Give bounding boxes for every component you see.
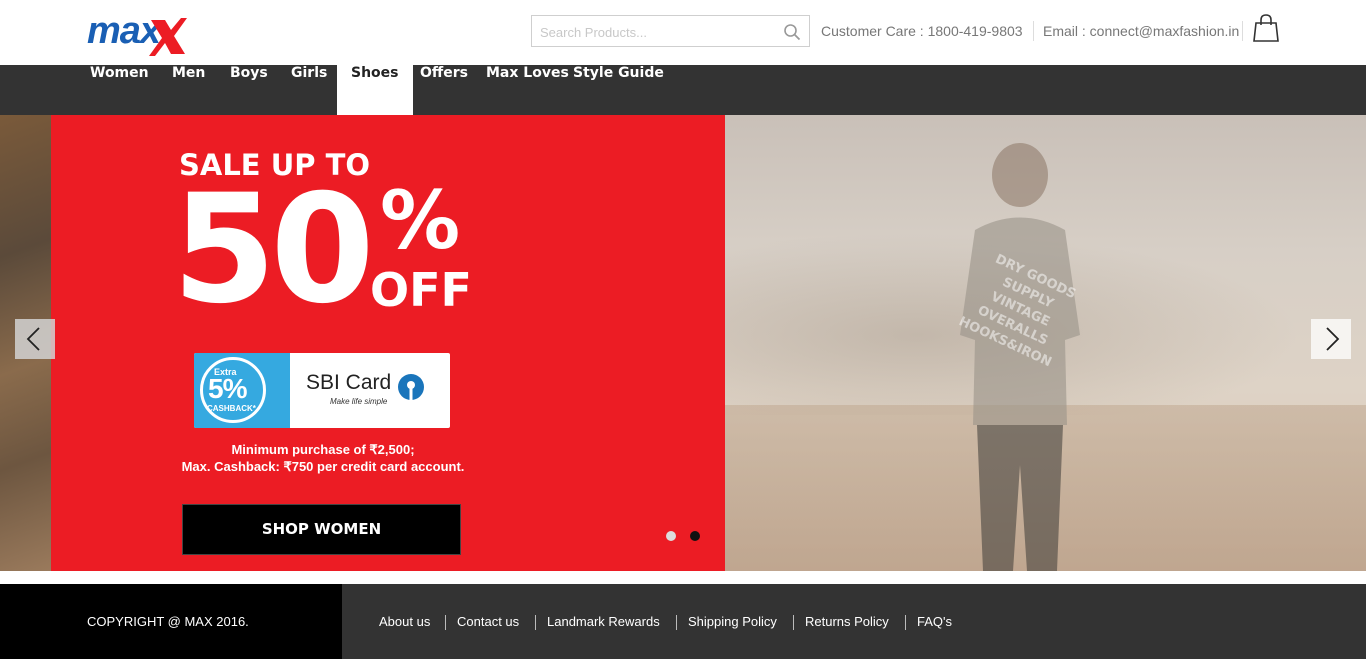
footer-link-shipping-policy[interactable]: Shipping Policy [688,614,777,629]
nav-item-boys[interactable]: Boys [230,65,268,115]
site-header: max Customer Care : 1800-419-9803 Email … [0,0,1366,65]
carousel-next-button[interactable] [1311,319,1351,359]
main-nav: Women Men Boys Girls Shoes Offers Max Lo… [0,65,1366,115]
sbi-card-brand: SBI Card [306,371,392,394]
hero-carousel: DRY GOODS SUPPLY VINTAGE OVERALLS HOOKS&… [0,115,1366,571]
nav-item-max-loves[interactable]: Max Loves [486,65,569,115]
sbi-card-offer: Extra 5% CASHBACK* SBI Card Make life si… [194,353,450,428]
logo-x-mark-icon [149,18,187,56]
footer-divider [905,615,906,630]
chevron-left-icon [26,327,40,351]
shop-women-button[interactable]: SHOP WOMEN [182,504,461,555]
nav-item-girls[interactable]: Girls [291,65,327,115]
search-input[interactable] [540,22,776,42]
email-text[interactable]: Email : connect@maxfashion.in [1043,23,1239,39]
search-box [531,15,810,47]
footer-link-returns-policy[interactable]: Returns Policy [805,614,889,629]
footer-divider [676,615,677,630]
sbi-logo-icon [398,374,424,400]
chevron-right-icon [1326,327,1340,351]
footer-link-landmark-rewards[interactable]: Landmark Rewards [547,614,660,629]
footer-divider [445,615,446,630]
max-logo[interactable]: max [87,10,191,56]
nav-item-shoes[interactable]: Shoes [337,65,413,115]
copyright-text: COPYRIGHT @ MAX 2016. [87,614,249,629]
cashback-percent: 5% [208,373,247,404]
nav-item-men[interactable]: Men [172,65,205,115]
sale-percent-sign: % [380,174,461,267]
offer-terms: Minimum purchase of ₹2,500; Max. Cashbac… [178,441,468,475]
header-divider [1033,21,1034,41]
carousel-dot-2-active[interactable] [690,531,700,541]
footer-divider [793,615,794,630]
sale-off-label: OFF [370,263,472,317]
sale-percentage-number: 50 [172,163,375,337]
nav-item-style-guide[interactable]: Style Guide [573,65,664,115]
shopping-bag-icon[interactable] [1253,14,1279,42]
cashback-label: CASHBACK* [207,404,256,413]
footer-link-about-us[interactable]: About us [379,614,430,629]
nav-item-offers[interactable]: Offers [420,65,468,115]
footer-spacer [0,571,1366,584]
carousel-dot-1[interactable] [666,531,676,541]
offer-terms-line2: Max. Cashback: ₹750 per credit card acco… [181,459,465,474]
offer-terms-line1: Minimum purchase of ₹2,500; [231,442,415,457]
sbi-card-tagline: Make life simple [330,397,388,406]
search-icon[interactable] [783,23,801,41]
footer-divider [535,615,536,630]
footer-link-faqs[interactable]: FAQ's [917,614,952,629]
nav-item-women[interactable]: Women [90,65,149,115]
footer-copyright-panel: COPYRIGHT @ MAX 2016. [0,584,342,659]
site-footer: COPYRIGHT @ MAX 2016. About us Contact u… [0,584,1366,659]
header-divider [1242,21,1243,41]
customer-care-text: Customer Care : 1800-419-9803 [821,23,1023,39]
hero-photo: DRY GOODS SUPPLY VINTAGE OVERALLS HOOKS&… [725,115,1366,571]
carousel-prev-button[interactable] [15,319,55,359]
footer-link-contact-us[interactable]: Contact us [457,614,519,629]
